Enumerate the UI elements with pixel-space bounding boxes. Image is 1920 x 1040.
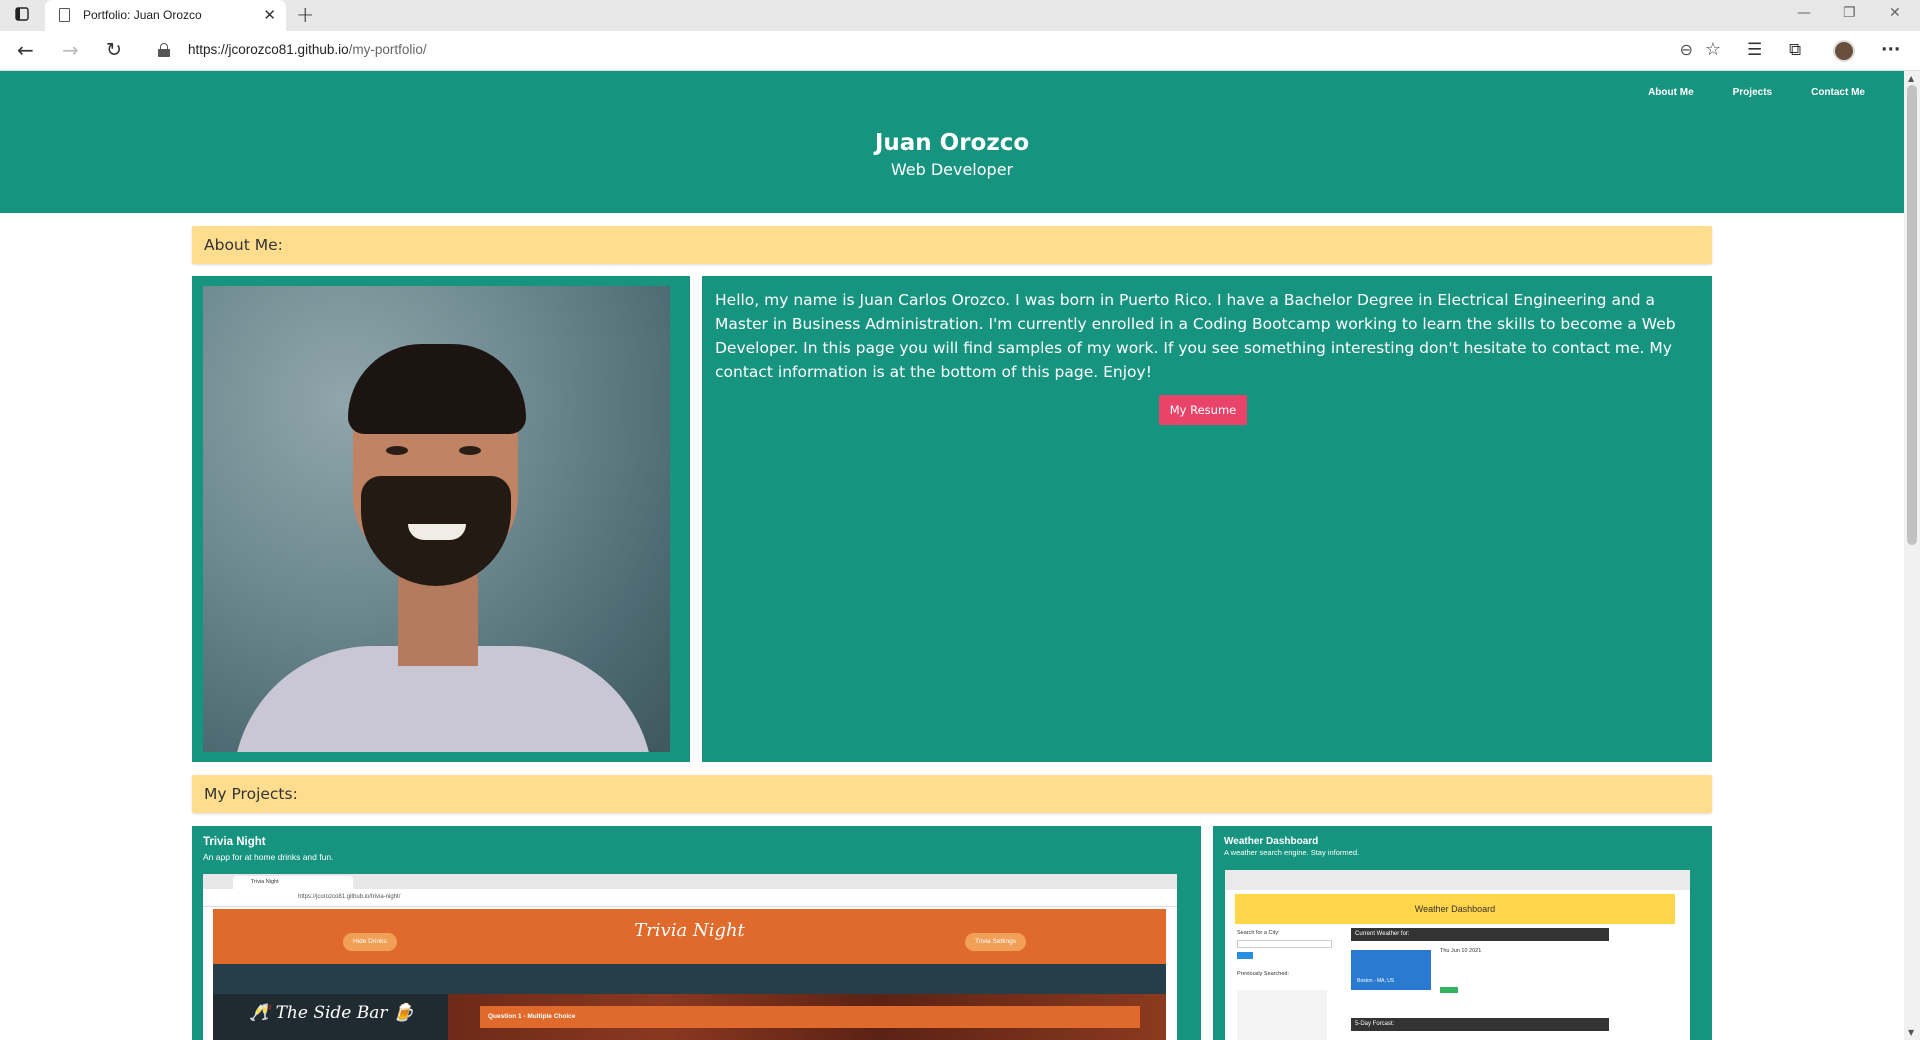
project-description: An app for at home drinks and fun. <box>203 852 334 862</box>
nav-projects[interactable]: Projects <box>1733 87 1772 98</box>
shot-question-label: Question 1 - Multiple Choice <box>480 1006 1140 1028</box>
page-viewport: About Me Projects Contact Me Juan Orozco… <box>0 71 1904 1040</box>
resume-button[interactable]: My Resume <box>1159 395 1247 425</box>
tab-title: Portfolio: Juan Orozco <box>83 8 202 22</box>
scroll-down-icon[interactable]: ▼ <box>1908 1028 1914 1037</box>
minimize-icon[interactable]: — <box>1797 5 1811 21</box>
new-tab-icon[interactable]: + <box>296 3 314 28</box>
favorite-star-icon[interactable]: ☆ <box>1705 39 1721 60</box>
lock-icon <box>158 43 170 57</box>
shot-date: Thu Jun 10 2021 <box>1440 948 1482 954</box>
shot-sidebar-title: 🥂 The Side Bar 🍺 <box>249 1003 415 1023</box>
profile-photo <box>203 286 670 752</box>
tab-actions-icon[interactable] <box>15 7 31 23</box>
browser-toolbar: ← → ↻ https://jcorozco81.github.io/my-po… <box>0 31 1920 71</box>
nav-contact-me[interactable]: Contact Me <box>1811 87 1865 98</box>
page-icon <box>59 8 70 22</box>
site-owner-role: Web Developer <box>890 160 1014 179</box>
project-screenshot[interactable]: Trivia Night https://jcorozco81.github.i… <box>203 874 1177 1040</box>
url-text[interactable]: https://jcorozco81.github.io/my-portfoli… <box>188 42 427 57</box>
back-icon[interactable]: ← <box>17 39 34 61</box>
page-scrollbar[interactable]: ▲ ▼ <box>1904 71 1920 1040</box>
shot-tab-title: Trivia Night <box>233 876 353 889</box>
scroll-thumb[interactable] <box>1907 85 1917 545</box>
profile-avatar-icon[interactable] <box>1833 40 1855 62</box>
browser-tab[interactable]: Portfolio: Juan Orozco ✕ <box>45 0 286 31</box>
site-header: About Me Projects Contact Me Juan Orozco… <box>0 71 1904 213</box>
shot-url: https://jcorozco81.github.io/trivia-nigh… <box>298 894 401 900</box>
site-owner-name: Juan Orozco <box>874 130 1030 156</box>
window-close-icon[interactable]: ✕ <box>1889 5 1901 21</box>
projects-section-heading: My Projects: <box>192 775 1712 813</box>
about-section-heading: About Me: <box>192 226 1712 264</box>
forward-icon[interactable]: → <box>62 39 79 61</box>
site-nav: About Me Projects Contact Me <box>1648 87 1904 98</box>
close-tab-icon[interactable]: ✕ <box>263 6 276 24</box>
projects-heading-text: My Projects: <box>204 785 298 803</box>
about-text: Hello, my name is Juan Carlos Orozco. I … <box>715 291 1676 381</box>
shot-trivia-settings-button: Trivia Settings <box>965 933 1026 951</box>
nav-about-me[interactable]: About Me <box>1648 87 1694 98</box>
shot-weather-header: Weather Dashboard <box>1235 894 1675 924</box>
about-card: Hello, my name is Juan Carlos Orozco. I … <box>702 276 1712 762</box>
about-heading-text: About Me: <box>204 236 283 254</box>
shot-previous-label: Previously Searched: <box>1237 971 1289 977</box>
browser-tab-bar: Portfolio: Juan Orozco ✕ + — ❐ ✕ <box>0 0 1920 31</box>
project-description: A weather search engine. Stay informed. <box>1224 848 1360 857</box>
project-card-trivia-night[interactable]: Trivia Night An app for at home drinks a… <box>192 826 1201 1040</box>
shot-current-label: Current Weather for: <box>1351 928 1609 941</box>
reload-icon[interactable]: ↻ <box>106 39 122 61</box>
more-options-icon[interactable]: ··· <box>1881 40 1900 60</box>
scroll-up-icon[interactable]: ▲ <box>1908 74 1914 83</box>
zoom-icon[interactable]: ⊖ <box>1680 40 1693 59</box>
shot-search-label: Search for a City: <box>1237 930 1280 936</box>
collections-icon[interactable]: ⧉ <box>1789 40 1801 60</box>
shot-hide-drinks-button: Hide Drinks <box>343 933 397 951</box>
profile-photo-card <box>192 276 690 762</box>
shot-city: Boston - MA, US <box>1351 950 1431 990</box>
shot-forecast-label: 5-Day Forcast: <box>1351 1018 1609 1031</box>
favorites-list-icon[interactable]: ☰ <box>1747 40 1762 60</box>
project-title: Trivia Night <box>203 836 266 848</box>
project-screenshot[interactable]: Weather Dashboard Search for a City: Pre… <box>1225 870 1690 1040</box>
restore-icon[interactable]: ❐ <box>1843 5 1856 21</box>
project-title: Weather Dashboard <box>1224 836 1319 847</box>
address-bar[interactable]: https://jcorozco81.github.io/my-portfoli… <box>144 35 1727 66</box>
project-card-weather-dashboard[interactable]: Weather Dashboard A weather search engin… <box>1213 826 1712 1040</box>
